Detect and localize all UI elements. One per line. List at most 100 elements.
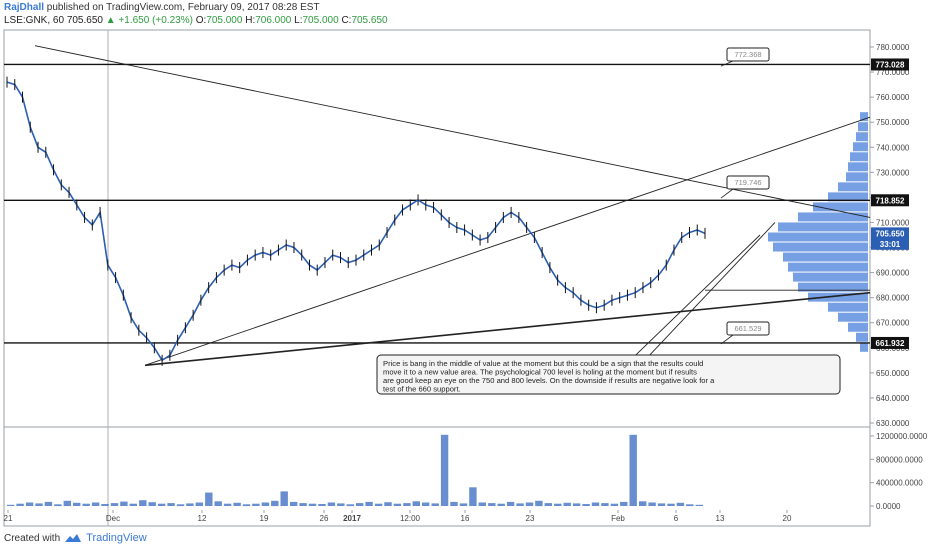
volume-bar (337, 503, 345, 506)
volume-bar (148, 502, 156, 506)
profile-bar (848, 162, 868, 172)
volume-bar (82, 503, 90, 506)
volume-tick-label: 400000.0000 (876, 479, 923, 488)
volume-bar (186, 503, 194, 506)
time-tick-label: 16 (461, 514, 470, 523)
volume-bar (478, 502, 486, 506)
volume-bar (308, 503, 317, 506)
volume-bar (629, 434, 637, 506)
volume-bar (459, 503, 468, 506)
time-tick-label: 26 (320, 514, 329, 523)
volume-bar (91, 502, 100, 506)
volume-bar (44, 501, 53, 506)
footer-bar: Created with TradingView (4, 532, 147, 544)
time-tick-label: 12:00 (400, 514, 421, 523)
volume-bar (620, 501, 628, 506)
volume-bar (412, 501, 420, 506)
price-tick-label: 670.0000 (876, 319, 910, 328)
time-tick-label: 23 (526, 514, 535, 523)
price-chart[interactable]: 630.0000640.0000650.0000660.0000670.0000… (0, 0, 932, 550)
callout-text: 772.368 (734, 50, 761, 59)
price-tick-label: 710.0000 (876, 218, 910, 227)
profile-bar (793, 272, 868, 282)
volume-bar (525, 502, 534, 506)
volume-bar (497, 503, 505, 506)
time-tick-label: 6 (674, 514, 679, 523)
volume-bar (214, 501, 222, 506)
callout-text: 719.746 (734, 178, 761, 187)
profile-bar (846, 172, 868, 182)
volume-bar (422, 502, 430, 506)
volume-bar (488, 503, 496, 506)
volume-bar (582, 504, 590, 506)
volume-bar (639, 501, 647, 506)
profile-bar (856, 332, 868, 342)
time-tick-label: 21 (4, 514, 13, 523)
volume-bar (695, 504, 703, 506)
time-tick-label: 19 (260, 514, 269, 523)
volume-bar (176, 504, 185, 507)
volume-bar (572, 503, 581, 506)
tradingview-brand[interactable]: TradingView (86, 532, 147, 544)
volume-bar (450, 501, 458, 506)
volume-bar (563, 502, 571, 506)
volume-bar (252, 503, 260, 506)
volume-bar (261, 502, 270, 506)
volume-bar (63, 500, 71, 507)
volume-bar (469, 487, 477, 506)
profile-bar (850, 152, 868, 162)
annotation-line: test of the 660 support. (383, 385, 461, 394)
volume-bar (657, 503, 666, 506)
price-tick-label: 630.0000 (876, 419, 910, 428)
trendline (624, 234, 761, 366)
callouts-group: 772.368 719.746 661.529 (720, 47, 770, 345)
tradingview-logo-icon (65, 533, 82, 542)
volume-bar (223, 503, 232, 506)
volume-bar (601, 503, 609, 506)
volume-bar (431, 503, 439, 506)
price-tick-label: 730.0000 (876, 168, 910, 177)
volume-bar (384, 502, 392, 506)
volume-bar (280, 491, 288, 506)
profile-bar (856, 132, 868, 142)
profile-bar (788, 262, 868, 272)
volume-bar (676, 502, 685, 506)
trendline (639, 222, 776, 366)
volume-bar (73, 502, 81, 506)
volume-bar (591, 502, 600, 506)
price-line (6, 81, 706, 362)
volume-bar (242, 504, 251, 507)
volume-bar (440, 434, 449, 506)
trendlines-group (34, 45, 871, 367)
volume-bar (233, 502, 241, 506)
price-tick-label: 690.0000 (876, 269, 910, 278)
volume-bar (110, 503, 119, 506)
volume-tick-label: 1200000.0000 (876, 432, 928, 441)
price-tick-label: 650.0000 (876, 369, 910, 378)
annotation-group: Price is bang in the middle of value at … (376, 354, 841, 395)
volume-tick-label: 0.0000 (876, 502, 901, 511)
volume-bar (554, 503, 562, 506)
profile-bar (853, 142, 868, 152)
volume-bar (318, 504, 326, 506)
volume-bar (120, 501, 128, 506)
profile-bar (838, 182, 868, 192)
trendline (34, 45, 871, 218)
volume-bar (374, 503, 383, 506)
volume-bar (403, 503, 411, 506)
price-series-group (6, 76, 706, 366)
volume-bar (648, 502, 656, 506)
volume-profile-group (768, 112, 868, 352)
price-label-text: 661.932 (876, 339, 905, 348)
price-tick-label: 740.0000 (876, 143, 910, 152)
volume-bar (101, 504, 109, 506)
volume-bar (7, 504, 15, 506)
profile-bar (768, 232, 868, 242)
volume-bar (16, 503, 24, 506)
time-axis-group: 21 Dec 12 19 26 2017 12:00 16 23 Feb 6 13 20 (4, 510, 792, 523)
volume-bar (544, 503, 552, 506)
volume-bar (299, 503, 307, 506)
volume-bar (129, 503, 137, 506)
volume-tick-label: 800000.0000 (876, 455, 923, 464)
price-tick-label: 760.0000 (876, 93, 910, 102)
